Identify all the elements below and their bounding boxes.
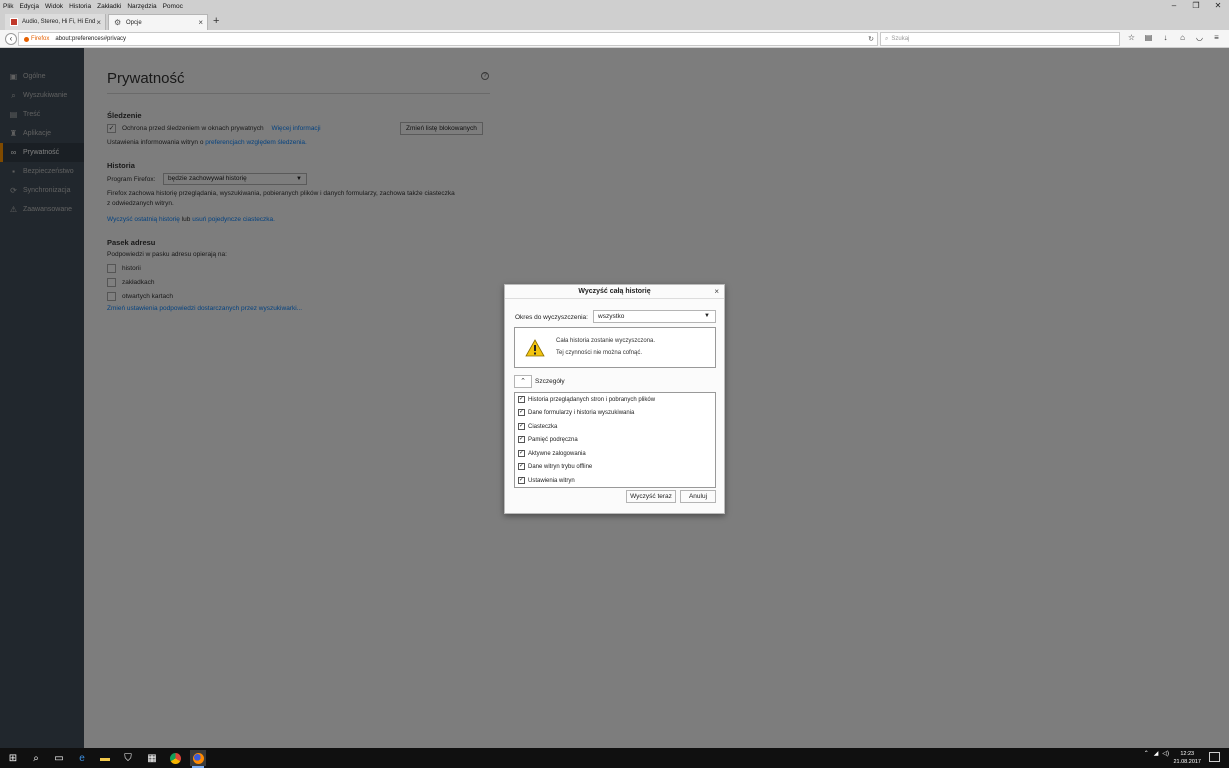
- warning-box: Cała historia zostanie wyczyszczona. Tej…: [514, 327, 716, 368]
- details-toggle-button[interactable]: ⌃: [514, 375, 532, 388]
- item-checkbox[interactable]: ✓: [518, 423, 525, 430]
- item-checkbox[interactable]: ✓: [518, 436, 525, 443]
- cancel-button[interactable]: Anuluj: [680, 490, 716, 503]
- taskbar: ⊞ ⌕ ▭ e ▬ ⛉ ▦ ⌃ ◢ ◁) 12:23 21.08.2017: [0, 748, 1229, 768]
- item-checkbox[interactable]: ✓: [518, 477, 525, 484]
- edge-browser-icon[interactable]: e: [74, 750, 90, 766]
- volume-icon[interactable]: ◁): [1162, 750, 1169, 757]
- item-checkbox[interactable]: ✓: [518, 409, 525, 416]
- list-item-label: Dane formularzy i historia wyszukiwania: [528, 409, 635, 416]
- search-icon: ⌕: [885, 35, 889, 42]
- menu-tools[interactable]: Narzędzia: [127, 3, 156, 10]
- url-text: about:preferences#privacy: [55, 36, 127, 42]
- toolbar-icons: ☆ ▤ ↓ ⌂ ◡ ≡: [1123, 33, 1225, 42]
- menu-bookmarks[interactable]: Zakładki: [97, 3, 121, 10]
- clock[interactable]: 12:23 21.08.2017: [1173, 750, 1201, 766]
- details-label: Szczegóły: [535, 378, 565, 385]
- hamburger-menu-icon[interactable]: ≡: [1208, 33, 1225, 42]
- back-icon[interactable]: ‹: [5, 33, 17, 45]
- minimize-button[interactable]: –: [1163, 0, 1185, 12]
- menu-edit[interactable]: Edycja: [19, 3, 39, 10]
- dialog-title: Wyczyść całą historię: [505, 285, 724, 299]
- tab-title: Opcje: [126, 19, 142, 26]
- network-icon[interactable]: ◢: [1154, 750, 1159, 757]
- list-item-label: Aktywne zalogowania: [528, 450, 586, 457]
- menu-bar: Plik Edycja Widok Historia Zakładki Narz…: [0, 0, 1229, 12]
- store-icon[interactable]: ⛉: [120, 750, 136, 766]
- bookmark-star-icon[interactable]: ☆: [1123, 33, 1140, 42]
- chevron-up-icon[interactable]: ⌃: [1144, 750, 1149, 757]
- windows-start-icon[interactable]: ⊞: [5, 750, 21, 766]
- list-item-label: Historia przeglądanych stron i pobranych…: [528, 396, 656, 403]
- menu-view[interactable]: Widok: [45, 3, 63, 10]
- close-icon[interactable]: ×: [714, 287, 719, 296]
- chevron-down-icon: ▼: [704, 313, 710, 319]
- menu-help[interactable]: Pomoc: [163, 3, 183, 10]
- clear-now-button[interactable]: Wyczyść teraz: [626, 490, 676, 503]
- menu-history[interactable]: Historia: [69, 3, 91, 10]
- item-checkbox[interactable]: ✓: [518, 396, 525, 403]
- site-favicon-icon: [10, 18, 18, 26]
- file-explorer-icon[interactable]: ▬: [97, 750, 113, 766]
- window-controls: – ❐ ✕: [1163, 0, 1229, 12]
- list-item[interactable]: ✓ Ustawienia witryn: [518, 477, 575, 484]
- firefox-icon[interactable]: [190, 750, 206, 768]
- calculator-icon[interactable]: ▦: [144, 750, 160, 766]
- item-checkbox[interactable]: ✓: [518, 463, 525, 470]
- range-label: Okres do wyczyszczenia:: [515, 314, 588, 321]
- url-bar[interactable]: Firefox about:preferences#privacy ↻: [18, 32, 878, 46]
- navigation-bar: ‹ Firefox about:preferences#privacy ↻ ⌕ …: [0, 30, 1229, 48]
- tab-audio-stereo[interactable]: Audio, Stereo, Hi Fi, Hi End ×: [5, 14, 106, 30]
- search-placeholder: Szukaj: [891, 36, 910, 42]
- new-tab-icon[interactable]: +: [213, 15, 219, 27]
- list-item[interactable]: ✓ Ciasteczka: [518, 423, 557, 430]
- list-item-label: Ustawienia witryn: [528, 477, 575, 484]
- time-range-value: wszystko: [598, 313, 625, 320]
- reload-icon[interactable]: ↻: [868, 35, 874, 43]
- list-item-label: Ciasteczka: [528, 423, 558, 430]
- tab-strip: Audio, Stereo, Hi Fi, Hi End × ⚙ Opcje ×…: [0, 12, 1229, 30]
- downloads-icon[interactable]: ↓: [1157, 33, 1174, 42]
- item-checkbox[interactable]: ✓: [518, 450, 525, 457]
- clock-date: 21.08.2017: [1173, 759, 1201, 765]
- restore-button[interactable]: ❐: [1185, 0, 1207, 12]
- time-range-select[interactable]: wszystko ▼: [593, 310, 716, 323]
- identity-label: Firefox: [31, 36, 50, 42]
- task-view-icon[interactable]: ▭: [51, 750, 67, 766]
- list-item[interactable]: ✓ Dane witryn trybu offline: [518, 463, 592, 470]
- gear-icon: ⚙: [114, 17, 122, 27]
- list-item[interactable]: ✓ Aktywne zalogowania: [518, 450, 586, 457]
- list-item[interactable]: ✓ Pamięć podręczna: [518, 436, 578, 443]
- system-tray: ⌃ ◢ ◁): [1144, 750, 1169, 757]
- warning-line-1: Cała historia zostanie wyczyszczona.: [556, 338, 656, 344]
- home-icon[interactable]: ⌂: [1174, 33, 1191, 42]
- list-item-label: Pamięć podręczna: [528, 436, 578, 443]
- clear-history-dialog: Wyczyść całą historię × Okres do wyczysz…: [504, 284, 725, 514]
- tab-title: Audio, Stereo, Hi Fi, Hi End: [22, 19, 96, 25]
- pocket-icon[interactable]: ◡: [1191, 33, 1208, 42]
- clear-items-list: ✓ Historia przeglądanych stron i pobranyc…: [514, 392, 716, 488]
- menu-file[interactable]: Plik: [3, 3, 13, 10]
- search-input[interactable]: ⌕ Szukaj: [880, 32, 1120, 46]
- close-tab-icon[interactable]: ×: [198, 18, 203, 27]
- close-tab-icon[interactable]: ×: [96, 18, 101, 27]
- firefox-logo-icon: [24, 36, 29, 42]
- chevron-up-icon: ⌃: [520, 378, 526, 385]
- clock-time: 12:23: [1180, 751, 1195, 757]
- list-item[interactable]: ✓ Historia przeglądanych stron i pobranyc…: [518, 396, 655, 403]
- tab-options[interactable]: ⚙ Opcje ×: [108, 14, 208, 30]
- reading-list-icon[interactable]: ▤: [1140, 33, 1157, 42]
- list-item[interactable]: ✓ Dane formularzy i historia wyszukiwania: [518, 409, 634, 416]
- notification-center-icon[interactable]: [1209, 752, 1220, 762]
- list-item-label: Dane witryn trybu offline: [528, 463, 593, 470]
- close-window-button[interactable]: ✕: [1207, 0, 1229, 12]
- search-icon[interactable]: ⌕: [28, 750, 44, 766]
- chrome-icon[interactable]: [167, 750, 183, 766]
- warning-icon: [525, 339, 545, 357]
- warning-line-2: Tej czynności nie można cofnąć.: [556, 350, 643, 356]
